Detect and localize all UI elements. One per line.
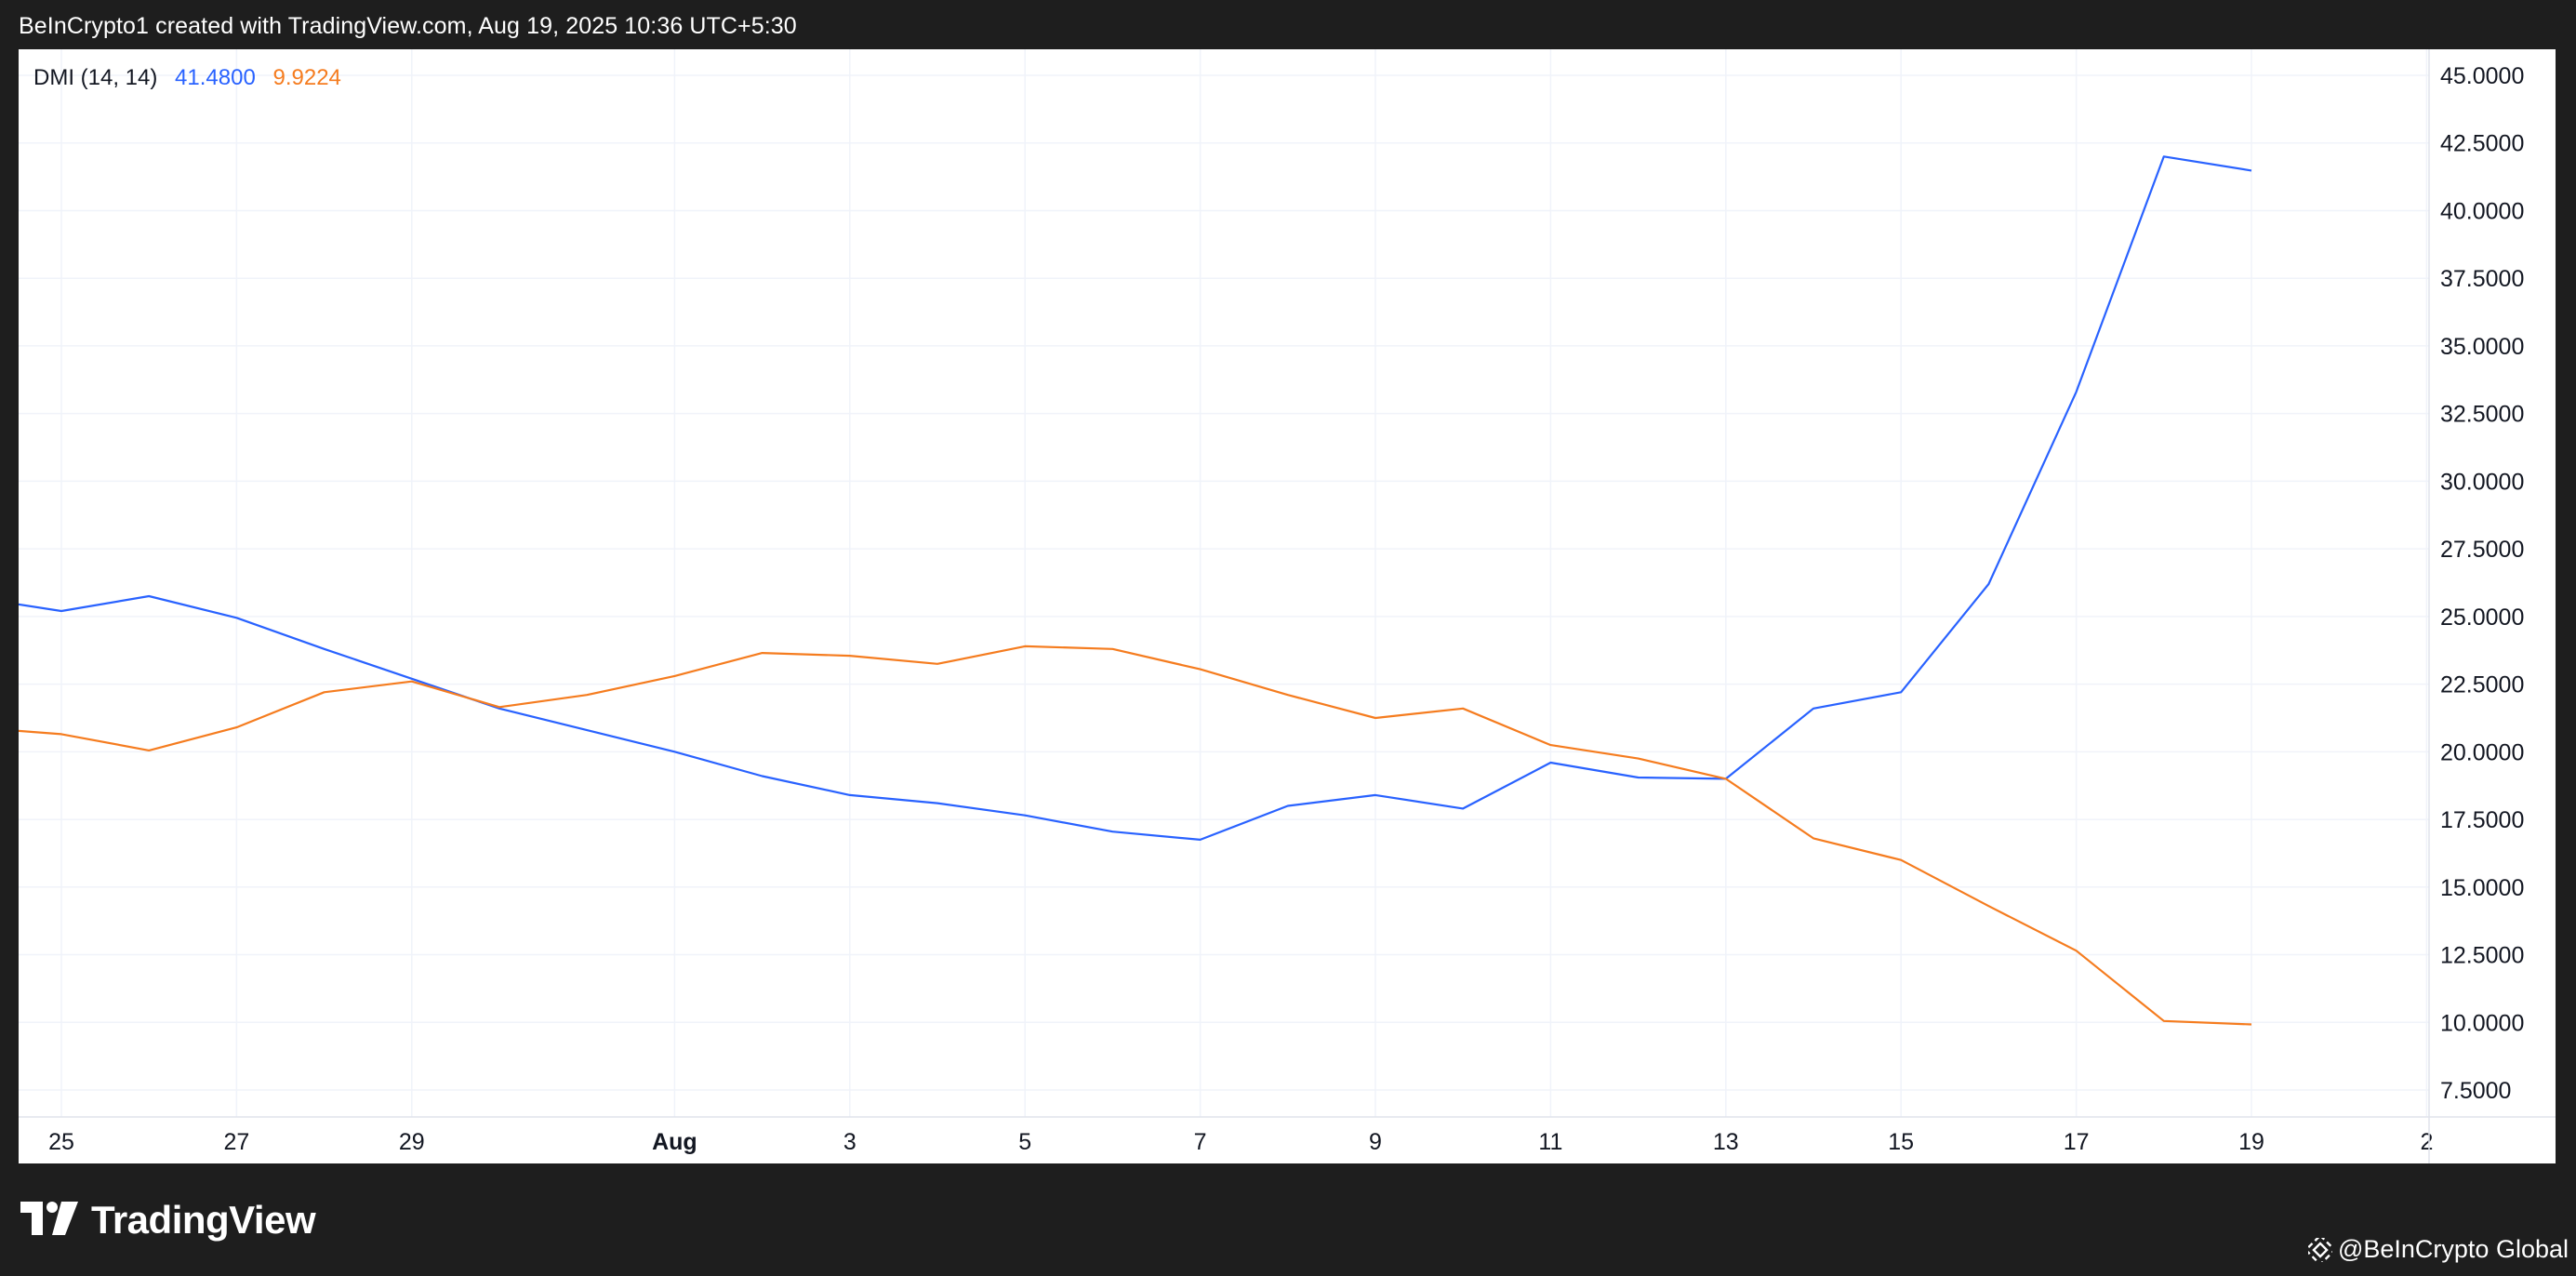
x-tick-label: 9 [1369, 1129, 1382, 1155]
chart-panel[interactable]: 45.0000 42.5000 40.0000 37.5000 35.0000 32.50… [19, 49, 2556, 1163]
tradingview-logo-icon [20, 1201, 78, 1240]
y-tick-label: 30.0000 [2440, 469, 2524, 495]
plus-di-line [19, 155, 2252, 841]
y-tick-label: 40.0000 [2440, 198, 2524, 224]
y-tick-label: 27.5000 [2440, 537, 2524, 563]
y-tick-label: 20.0000 [2440, 739, 2524, 765]
watermark: @BeInCrypto Global [2307, 1235, 2569, 1264]
axes: 45.000042.500040.000037.500035.000032.50… [19, 49, 2556, 1163]
series-lines [19, 155, 2252, 1026]
grid-lines [19, 49, 2429, 1117]
y-tick-label: 7.5000 [2440, 1078, 2511, 1104]
x-tick-label: 2 [2420, 1129, 2433, 1155]
binance-diamond-icon [2307, 1237, 2332, 1262]
x-tick-label: 7 [1194, 1129, 1207, 1155]
minus-di-line [19, 645, 2252, 1026]
tradingview-logo-text: TradingView [91, 1198, 316, 1242]
x-tick-label: 11 [1538, 1129, 1562, 1155]
dmi-chart[interactable]: 45.000042.500040.000037.500035.000032.50… [19, 49, 2556, 1163]
y-tick-label: 12.5000 [2440, 943, 2524, 969]
x-tick-label: 17 [2064, 1129, 2090, 1155]
y-tick-label: 22.5000 [2440, 672, 2524, 698]
tradingview-logo[interactable]: TradingView [20, 1198, 316, 1243]
y-tick-label: 32.5000 [2440, 402, 2524, 428]
minus-di-value: 9.9224 [272, 65, 341, 90]
plus-di-value: 41.4800 [175, 65, 256, 90]
y-tick-label: 25.0000 [2440, 605, 2524, 631]
y-tick-label: 10.0000 [2440, 1010, 2524, 1036]
y-tick-label: 42.5000 [2440, 131, 2524, 157]
x-tick-label: 13 [1713, 1129, 1739, 1155]
watermark-text: @BeInCrypto Global [2337, 1235, 2569, 1263]
x-tick-label: 5 [1018, 1129, 1031, 1155]
y-tick-label: 45.0000 [2440, 63, 2524, 89]
y-tick-label: 37.5000 [2440, 266, 2524, 292]
chart-caption: BeInCrypto1 created with TradingView.com… [19, 13, 797, 39]
x-tick-label: 19 [2238, 1129, 2264, 1155]
indicator-name: DMI (14, 14) [33, 65, 158, 90]
y-tick-label: 35.0000 [2440, 334, 2524, 360]
y-tick-label: 15.0000 [2440, 875, 2524, 901]
x-tick-label: 15 [1888, 1129, 1914, 1155]
x-tick-label: 3 [843, 1129, 856, 1155]
x-tick-label: 27 [223, 1129, 249, 1155]
x-tick-label: 29 [399, 1129, 425, 1155]
indicator-legend[interactable]: DMI (14, 14) 41.4800 9.9224 [33, 65, 341, 91]
y-tick-label: 17.5000 [2440, 807, 2524, 833]
x-tick-label: 25 [48, 1129, 74, 1155]
x-tick-label: Aug [652, 1129, 697, 1155]
